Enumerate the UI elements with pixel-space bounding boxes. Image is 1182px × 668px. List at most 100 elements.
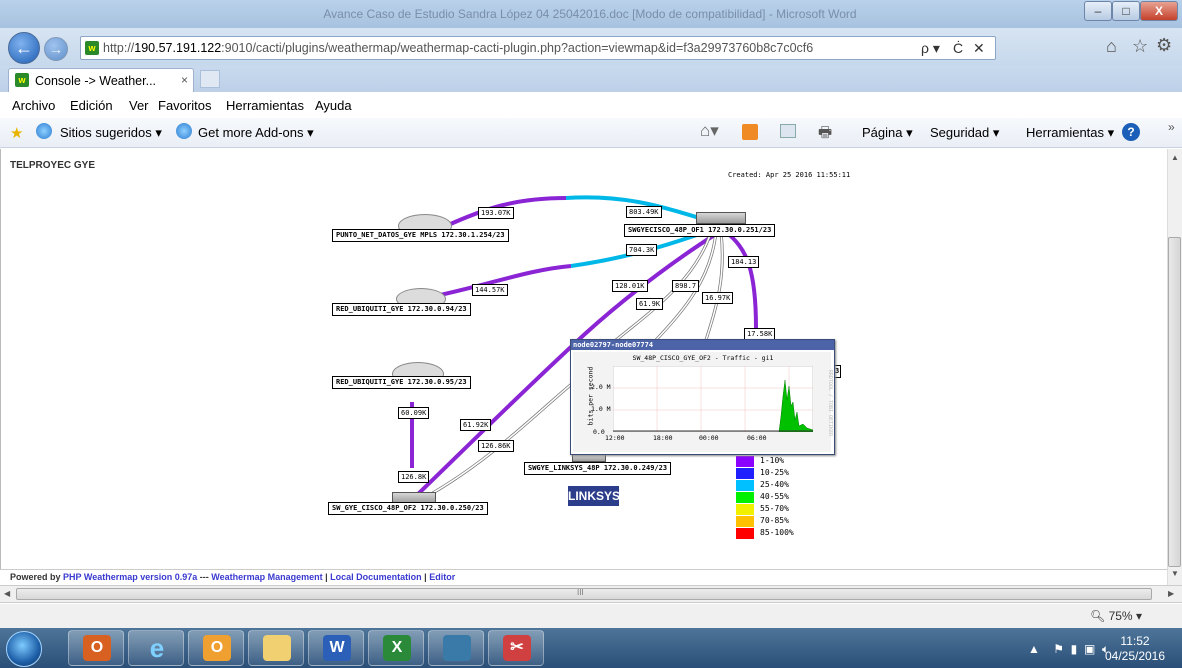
settings-gear-icon[interactable]: ⚙	[1156, 35, 1172, 56]
system-clock[interactable]: 11:52 04/25/2016	[1100, 634, 1170, 664]
address-bar[interactable]: w http://190.57.191.122:9010/cacti/plugi…	[80, 36, 996, 60]
legend-swatch	[736, 492, 754, 503]
power-icon[interactable]: ▮	[1071, 642, 1078, 656]
taskbar-picture-app[interactable]	[428, 630, 484, 666]
graph-xtick: 18:00	[653, 434, 673, 442]
search-dropdown-icon[interactable]: ρ ▾	[921, 40, 940, 57]
help-icon[interactable]: ?	[1122, 123, 1140, 141]
legend-row: 70-85%	[734, 515, 812, 527]
weathermap-management-link[interactable]: Weathermap Management	[211, 572, 322, 582]
stop-icon[interactable]: ✕	[973, 40, 985, 57]
scroll-left-icon[interactable]: ◀	[4, 589, 10, 598]
rss-feed-icon[interactable]	[742, 124, 758, 140]
new-tab-button[interactable]	[200, 70, 220, 88]
security-menu[interactable]: Seguridad ▾	[930, 125, 999, 141]
show-hidden-icons-icon[interactable]: ▲	[1028, 642, 1040, 656]
legend-label: 70-85%	[760, 516, 789, 525]
legend-label: 55-70%	[760, 504, 789, 513]
bandwidth-label: 898.7	[672, 280, 700, 292]
tab-strip: w Console -> Weather... ×	[0, 66, 1182, 92]
taskbar-explorer-app[interactable]	[248, 630, 304, 666]
legend-swatch	[736, 456, 754, 467]
tab-close-icon[interactable]: ×	[181, 73, 188, 87]
maximize-button[interactable]: □	[1112, 1, 1140, 21]
tab-label: Console -> Weather...	[35, 74, 157, 88]
scroll-up-icon[interactable]: ▲	[1171, 153, 1179, 162]
get-addons-link[interactable]: Get more Add-ons ▾	[198, 125, 314, 141]
favorites-bar: ★ Sitios sugeridos ▾ Get more Add-ons ▾ …	[0, 118, 1182, 148]
internet-explorer-icon: e	[149, 633, 165, 663]
menu-favoritos[interactable]: Favoritos	[158, 98, 211, 113]
tab-weathermap[interactable]: w Console -> Weather... ×	[8, 68, 194, 92]
taskbar-word-app[interactable]: W	[308, 630, 364, 666]
page-menu[interactable]: Página ▾	[862, 125, 913, 141]
editor-link[interactable]: Editor	[429, 572, 455, 582]
menu-herramientas[interactable]: Herramientas	[226, 98, 304, 113]
footer-prefix: Powered by	[10, 572, 64, 582]
bandwidth-label: 16.97K	[702, 292, 734, 304]
ie-icon	[176, 123, 192, 139]
mail-icon[interactable]	[780, 124, 796, 138]
menu-edicion[interactable]: Edición	[70, 98, 113, 113]
favorites-star-icon[interactable]: ☆	[1132, 36, 1148, 57]
bandwidth-label: 193.07K	[478, 207, 514, 219]
close-button[interactable]: X	[1140, 1, 1178, 21]
graph-ytick: 1.0 M	[591, 405, 611, 413]
snipping-tool-icon: ✂	[503, 635, 531, 661]
back-button[interactable]: ←	[8, 32, 40, 64]
graph-ytick: 0.0	[593, 428, 605, 436]
horizontal-scroll-thumb[interactable]: III	[16, 588, 1152, 600]
minimize-button[interactable]: –	[1084, 1, 1112, 21]
taskbar-excel-app[interactable]: X	[368, 630, 424, 666]
graph-side-text: RRDTOOL / TOBI OETIKER	[827, 369, 834, 437]
home-icon[interactable]: ⌂▾	[700, 121, 719, 141]
node-sw-of2[interactable]: SW_GYE_CISCO_48P_OF2 172.30.0.250/23	[328, 502, 488, 515]
tools-menu[interactable]: Herramientas ▾	[1026, 125, 1114, 141]
zoom-level[interactable]: 🔍︎ 75% ▾	[1090, 609, 1142, 623]
node-ubiquiti-95[interactable]: RED_UBIQUITI_GYE 172.30.0.95/23	[332, 376, 471, 389]
taskbar-outlook-mail-app[interactable]: O	[188, 630, 244, 666]
legend: 1-10% 10-25% 25-40% 40-55% 55-70% 70-85% 85-10…	[734, 455, 812, 539]
scroll-right-icon[interactable]: ▶	[1168, 589, 1174, 598]
taskbar-outlook-app[interactable]: O	[68, 630, 124, 666]
forward-arrow-icon: →	[49, 41, 63, 57]
home-icon[interactable]: ⌂	[1106, 36, 1117, 57]
node-punto-net[interactable]: PUNTO_NET_DATOS_GYE MPLS 172.30.1.254/23	[332, 229, 509, 242]
vertical-scroll-thumb[interactable]	[1168, 237, 1181, 567]
clock-time: 11:52	[1120, 634, 1150, 648]
forward-button[interactable]: →	[44, 37, 68, 61]
weathermap-footer: Powered by PHP Weathermap version 0.97a …	[0, 569, 1167, 585]
menu-ayuda[interactable]: Ayuda	[315, 98, 352, 113]
favorites-star-icon[interactable]: ★	[10, 124, 23, 142]
window-titlebar: Avance Caso de Estudio Sandra López 04 2…	[0, 0, 1182, 28]
graph-xtick: 12:00	[605, 434, 625, 442]
taskbar-ie-app[interactable]: e	[128, 630, 184, 666]
node-linksys[interactable]: SWGYE_LINKSYS_48P 172.30.0.249/23	[524, 462, 672, 475]
menu-bar: Archivo Edición Ver Favoritos Herramient…	[0, 92, 1182, 118]
menu-archivo[interactable]: Archivo	[12, 98, 55, 113]
bandwidth-label: 803.49K	[626, 206, 662, 218]
address-url[interactable]: http://190.57.191.122:9010/cacti/plugins…	[103, 41, 813, 55]
weathermap-version-link[interactable]: PHP Weathermap version 0.97a	[63, 572, 197, 582]
refresh-icon[interactable]: Ċ	[953, 40, 963, 56]
system-tray: ▲ ⚑ ▮ ▣ 🔈︎	[1028, 642, 1109, 657]
graph-ytick: 2.0 M	[591, 383, 611, 391]
suggested-sites-link[interactable]: Sitios sugeridos ▾	[60, 125, 162, 141]
zoom-value: 75%	[1108, 609, 1133, 623]
local-documentation-link[interactable]: Local Documentation	[330, 572, 422, 582]
graph-xtick: 06:00	[747, 434, 767, 442]
menu-ver[interactable]: Ver	[129, 98, 149, 113]
action-center-icon[interactable]: ⚑	[1053, 642, 1064, 656]
taskbar-snipping-app[interactable]: ✂	[488, 630, 544, 666]
network-icon[interactable]: ▣	[1084, 642, 1095, 656]
node-core-switch[interactable]: SWGYECISCO_48P_OF1 172.30.0.251/23	[624, 224, 776, 237]
scroll-down-icon[interactable]: ▼	[1171, 569, 1179, 578]
legend-swatch	[736, 528, 754, 539]
outlook-mail-icon: O	[203, 635, 231, 661]
start-button[interactable]	[6, 631, 42, 667]
print-icon[interactable]: 🖶	[818, 122, 832, 147]
graph-ylabel: bits per second	[586, 366, 595, 426]
node-ubiquiti-94[interactable]: RED_UBIQUITI_GYE 172.30.0.94/23	[332, 303, 471, 316]
legend-row: 25-40%	[734, 479, 812, 491]
chevron-more-icon[interactable]: »	[1168, 120, 1175, 134]
